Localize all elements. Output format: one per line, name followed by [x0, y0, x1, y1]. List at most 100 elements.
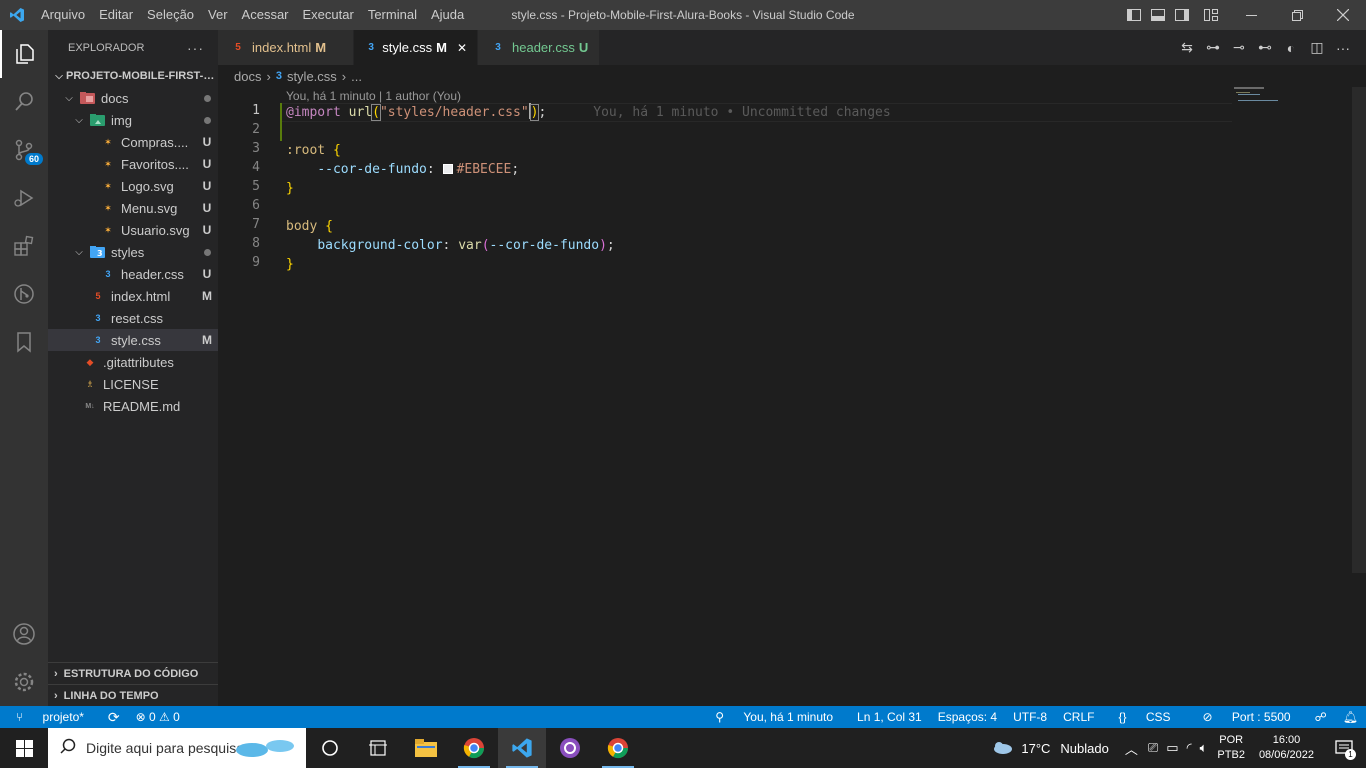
tree-file-license[interactable]: ♗ LICENSE [48, 373, 218, 395]
notifications-bell-icon[interactable]: 🔔︎ [1335, 710, 1366, 724]
menu-editar[interactable]: Editar [92, 0, 140, 30]
github-desktop-icon[interactable] [546, 728, 594, 768]
explorer-sidebar: EXPLORADOR ··· ⌵ PROJETO-MOBILE-FIRST-A.… [48, 30, 218, 706]
toggle-sidebar-layout-icon[interactable] [1122, 0, 1146, 30]
search-icon[interactable] [0, 78, 48, 126]
chrome-profile-icon[interactable] [594, 728, 642, 768]
project-root[interactable]: ⌵ PROJETO-MOBILE-FIRST-A... [48, 65, 218, 87]
search-icon [60, 738, 76, 759]
tree-file-index-html[interactable]: 5 index.html M [48, 285, 218, 307]
blame-status[interactable]: ⚲ You, há 1 minuto [699, 710, 849, 724]
vscode-taskbar-icon[interactable] [498, 728, 546, 768]
toggle-panel-layout-icon[interactable] [1146, 0, 1170, 30]
menu-ver[interactable]: Ver [201, 0, 235, 30]
minimize-icon[interactable] [1228, 0, 1274, 30]
tree-folder-docs[interactable]: ⌵ docs [48, 87, 218, 109]
menu-executar[interactable]: Executar [296, 0, 361, 30]
restore-icon[interactable] [1274, 0, 1320, 30]
manage-gear-icon[interactable] [0, 658, 48, 706]
encoding[interactable]: UTF-8 [1005, 710, 1055, 724]
menu-ajuda[interactable]: Ajuda [424, 0, 471, 30]
open-changes-icon[interactable]: ⇆ [1174, 39, 1200, 56]
menu-terminal[interactable]: Terminal [361, 0, 424, 30]
menu-selecao[interactable]: Seleção [140, 0, 201, 30]
tree-folder-styles[interactable]: ⌵ 3 styles [48, 241, 218, 263]
toggle-secondary-sidebar-icon[interactable] [1170, 0, 1194, 30]
menu-arquivo[interactable]: Arquivo [34, 0, 92, 30]
breadcrumb-file[interactable]: style.css [287, 69, 337, 84]
color-swatch[interactable] [442, 164, 453, 174]
tab-header-css[interactable]: 3 header.css U [478, 30, 600, 65]
code-editor[interactable]: You, há 1 minuto | 1 author (You) 1 2 3 … [218, 87, 1366, 706]
source-control-icon[interactable]: 60 [0, 126, 48, 174]
file-explorer-icon[interactable] [402, 728, 450, 768]
chevron-up-icon[interactable]: ︿ [1119, 739, 1144, 758]
breadcrumb-symbol[interactable]: ... [351, 69, 362, 84]
close-window-icon[interactable] [1320, 0, 1366, 30]
weather-text[interactable]: Nublado [1054, 741, 1118, 756]
activity-bar: 60 [0, 30, 48, 706]
widgets-icon[interactable] [354, 728, 402, 768]
language-mode[interactable]: {} CSS [1102, 710, 1186, 724]
timeline-icon[interactable]: ◐ [1278, 40, 1304, 56]
tree-file-logo[interactable]: ✶ Logo.svg U [48, 175, 218, 197]
explorer-more-icon[interactable]: ··· [187, 40, 204, 56]
live-server-port[interactable]: ⊘ Port : 5500 [1187, 710, 1307, 724]
chrome-icon[interactable] [450, 728, 498, 768]
extensions-icon[interactable] [0, 222, 48, 270]
sync-icon[interactable]: ⟳ [100, 709, 128, 726]
cursor-position[interactable]: Ln 1, Col 31 [849, 710, 930, 724]
branch-indicator[interactable]: ⑂ projeto* [0, 710, 100, 724]
folder-styles-icon: 3 [90, 245, 106, 259]
tree-file-compras[interactable]: ✶ Compras.... U [48, 131, 218, 153]
close-tab-icon[interactable]: ✕ [457, 41, 467, 55]
tree-folder-img[interactable]: ⌵ img [48, 109, 218, 131]
battery-icon[interactable]: ▭ [1162, 740, 1182, 756]
task-view-icon[interactable] [306, 728, 354, 768]
line-ending[interactable]: CRLF [1055, 710, 1102, 724]
tree-file-favoritos[interactable]: ✶ Favoritos.... U [48, 153, 218, 175]
more-actions-icon[interactable]: ··· [1330, 40, 1356, 56]
tree-file-header-css[interactable]: 3 header.css U [48, 263, 218, 285]
tree-file-readme[interactable]: M↓ README.md [48, 395, 218, 417]
tree-file-gitattributes[interactable]: ◆ .gitattributes [48, 351, 218, 373]
previous-change-icon[interactable]: ⊶ [1200, 39, 1226, 56]
customize-layout-icon[interactable] [1194, 0, 1228, 30]
vertical-scrollbar[interactable] [1352, 87, 1366, 573]
tab-index-html[interactable]: 5 index.html M [218, 30, 354, 65]
codelens-blame[interactable]: You, há 1 minuto | 1 author (You) [286, 89, 461, 103]
tree-file-menu[interactable]: ✶ Menu.svg U [48, 197, 218, 219]
taskbar-search-input[interactable]: Digite aqui para pesquisar [48, 728, 306, 768]
menu-acessar[interactable]: Acessar [235, 0, 296, 30]
weather-cloud-icon[interactable] [987, 739, 1017, 758]
timeline-section[interactable]: › LINHA DO TEMPO [48, 684, 218, 706]
chevron-down-icon: ⌵ [75, 114, 83, 126]
feedback-icon[interactable]: ☍ [1307, 710, 1335, 724]
minimap[interactable] [1232, 87, 1352, 706]
indentation[interactable]: Espaços: 4 [930, 710, 1005, 724]
notification-center-icon[interactable]: 1 [1322, 728, 1366, 768]
git-graph-icon[interactable] [0, 270, 48, 318]
tree-file-reset-css[interactable]: 3 reset.css [48, 307, 218, 329]
files-icon[interactable] [0, 30, 48, 78]
tree-file-style-css[interactable]: 3 style.css M [48, 329, 218, 351]
tree-file-usuario[interactable]: ✶ Usuario.svg U [48, 219, 218, 241]
run-debug-icon[interactable] [0, 174, 48, 222]
clock[interactable]: 16:00 08/06/2022 [1251, 733, 1322, 763]
next-change-icon[interactable]: ⊷ [1252, 39, 1278, 56]
windows-start-icon[interactable] [0, 728, 48, 768]
tab-style-css[interactable]: 3 style.css M ✕ [354, 30, 478, 65]
input-language[interactable]: POR PTB2 [1211, 733, 1251, 763]
volume-icon[interactable]: 🔈︎ [1196, 740, 1212, 756]
weather-temp[interactable]: 17°C [1017, 741, 1054, 756]
split-editor-icon[interactable]: ◫ [1304, 39, 1330, 56]
git-commit-icon[interactable]: ⊸ [1226, 39, 1252, 56]
meet-now-icon[interactable]: ⎚ [1144, 740, 1162, 756]
bookmark-icon[interactable] [0, 318, 48, 366]
outline-section[interactable]: › ESTRUTURA DO CÓDIGO [48, 662, 218, 684]
wifi-icon[interactable]: ◜ [1183, 740, 1196, 756]
chevron-right-icon: › [54, 689, 58, 702]
problems-indicator[interactable]: ⊗ 0 ⚠ 0 [128, 710, 188, 724]
account-icon[interactable] [0, 610, 48, 658]
breadcrumb-folder[interactable]: docs [234, 69, 261, 84]
